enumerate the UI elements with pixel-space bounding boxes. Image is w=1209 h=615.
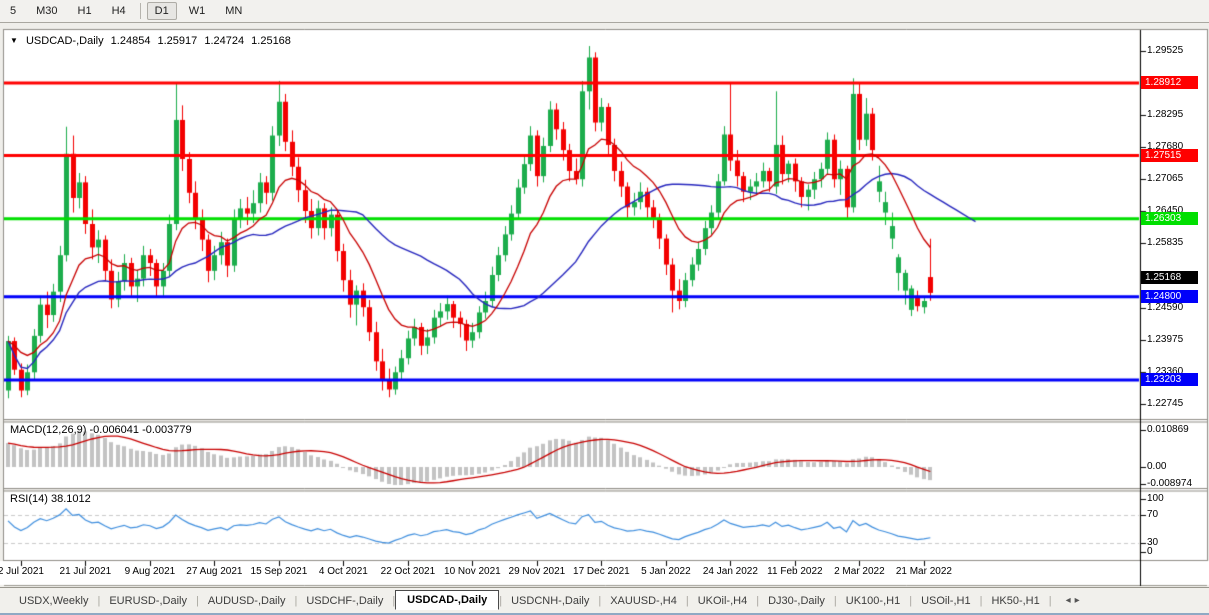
tab-eurusd-daily[interactable]: EURUSD-,Daily (100, 592, 196, 610)
timeframe-button-m30[interactable]: M30 (28, 2, 65, 20)
date-axis-label: 11 Feb 2022 (767, 566, 822, 577)
price-axis-tick: 1.23975 (1147, 334, 1183, 345)
macd-signal-value: -0.003779 (142, 424, 192, 436)
macd-axis-tick: -0.008974 (1147, 478, 1192, 489)
date-axis-label: 22 Oct 2021 (381, 566, 435, 577)
rsi-axis-tick: 0 (1147, 546, 1153, 557)
macd-indicator-label: MACD(12,26,9) -0.006041 -0.003779 (10, 424, 192, 436)
ohlc-close: 1.25168 (251, 35, 291, 47)
date-axis-label: 5 Jan 2022 (641, 566, 691, 577)
tab-usdcnh-daily[interactable]: USDCNH-,Daily (502, 592, 598, 610)
level-price-tag: 1.23203 (1141, 373, 1198, 386)
timeframe-button-h4[interactable]: H4 (104, 2, 134, 20)
mt4-chart-window: 5M30 H1H4 D1W1MN ▼ USDCAD-,Daily 1.24854 1… (0, 0, 1209, 615)
macd-axis-tick: 0.00 (1147, 461, 1166, 472)
symbol-dropdown-icon[interactable]: ▼ (10, 36, 18, 45)
date-axis-label: 21 Mar 2022 (896, 566, 952, 577)
price-axis-tick: 1.25835 (1147, 237, 1183, 248)
tab-usdcad-daily[interactable]: USDCAD-,Daily (395, 590, 499, 610)
timeframe-button-mn[interactable]: MN (217, 2, 250, 20)
price-axis-tick: 1.28295 (1147, 109, 1183, 120)
chart-canvas[interactable] (0, 0, 1209, 615)
tab-audusd-daily[interactable]: AUDUSD-,Daily (199, 592, 295, 610)
rsi-value: 38.1012 (51, 493, 91, 505)
date-axis-label: 17 Dec 2021 (573, 566, 630, 577)
level-price-tag: 1.24800 (1141, 290, 1198, 303)
tab-dj30-daily[interactable]: DJ30-,Daily (759, 592, 834, 610)
date-axis-label: 2 Jul 2021 (0, 566, 44, 577)
tab-usoil-h1[interactable]: USOil-,H1 (912, 592, 980, 610)
level-price-tag: 1.26303 (1141, 212, 1198, 225)
rsi-axis-tick: 100 (1147, 493, 1164, 504)
tab-uk100-h1[interactable]: UK100-,H1 (837, 592, 909, 610)
timeframe-button-h1[interactable]: H1 (70, 2, 100, 20)
date-axis-label: 24 Jan 2022 (703, 566, 758, 577)
timeframe-button-5[interactable]: 5 (2, 2, 24, 20)
tab-hk50-h1[interactable]: HK50-,H1 (982, 592, 1048, 610)
ohlc-high: 1.25917 (158, 35, 198, 47)
date-axis-label: 15 Sep 2021 (251, 566, 308, 577)
toolbar-divider (140, 3, 141, 19)
tab-separator: | (1049, 595, 1052, 607)
date-axis-label: 4 Oct 2021 (319, 566, 368, 577)
macd-axis-tick: 0.010869 (1147, 424, 1189, 435)
timeframe-button-d1[interactable]: D1 (147, 2, 177, 20)
current-price-tag: 1.25168 (1141, 271, 1198, 284)
timeframe-toolbar: 5M30 H1H4 D1W1MN (0, 0, 1209, 23)
level-price-tag: 1.28912 (1141, 76, 1198, 89)
tab-usdx-weekly[interactable]: USDX,Weekly (10, 592, 97, 610)
tab-scroll-right-icon[interactable]: ▸ (1075, 595, 1084, 606)
rsi-axis-tick: 70 (1147, 509, 1158, 520)
chart-tab-bar: USDX,Weekly|EURUSD-,Daily|AUDUSD-,Daily|… (0, 587, 1209, 613)
tab-ukoil-h4[interactable]: UKOil-,H4 (689, 592, 757, 610)
date-axis-label: 21 Jul 2021 (60, 566, 112, 577)
rsi-indicator-label: RSI(14) 38.1012 (10, 493, 91, 505)
timeframe-button-w1[interactable]: W1 (181, 2, 214, 20)
ohlc-low: 1.24724 (204, 35, 244, 47)
macd-main-value: -0.006041 (89, 424, 139, 436)
date-axis-label: 27 Aug 2021 (186, 566, 242, 577)
date-axis-label: 29 Nov 2021 (509, 566, 566, 577)
price-axis-tick: 1.22745 (1147, 398, 1183, 409)
level-price-tag: 1.27515 (1141, 149, 1198, 162)
chart-symbol-label: USDCAD-,Daily (26, 35, 104, 47)
date-axis-label: 9 Aug 2021 (125, 566, 176, 577)
date-axis-label: 2 Mar 2022 (834, 566, 885, 577)
tab-scroll-left-icon[interactable]: ◂ (1066, 595, 1075, 606)
price-axis-tick: 1.29525 (1147, 45, 1183, 56)
date-axis-label: 10 Nov 2021 (444, 566, 501, 577)
ohlc-open: 1.24854 (111, 35, 151, 47)
tab-usdchf-daily[interactable]: USDCHF-,Daily (297, 592, 392, 610)
tab-xauusd-h4[interactable]: XAUUSD-,H4 (601, 592, 686, 610)
price-axis-tick: 1.27065 (1147, 173, 1183, 184)
price-axis-tick: 1.24590 (1147, 302, 1183, 313)
chart-title: ▼ USDCAD-,Daily 1.24854 1.25917 1.24724 … (10, 35, 295, 47)
